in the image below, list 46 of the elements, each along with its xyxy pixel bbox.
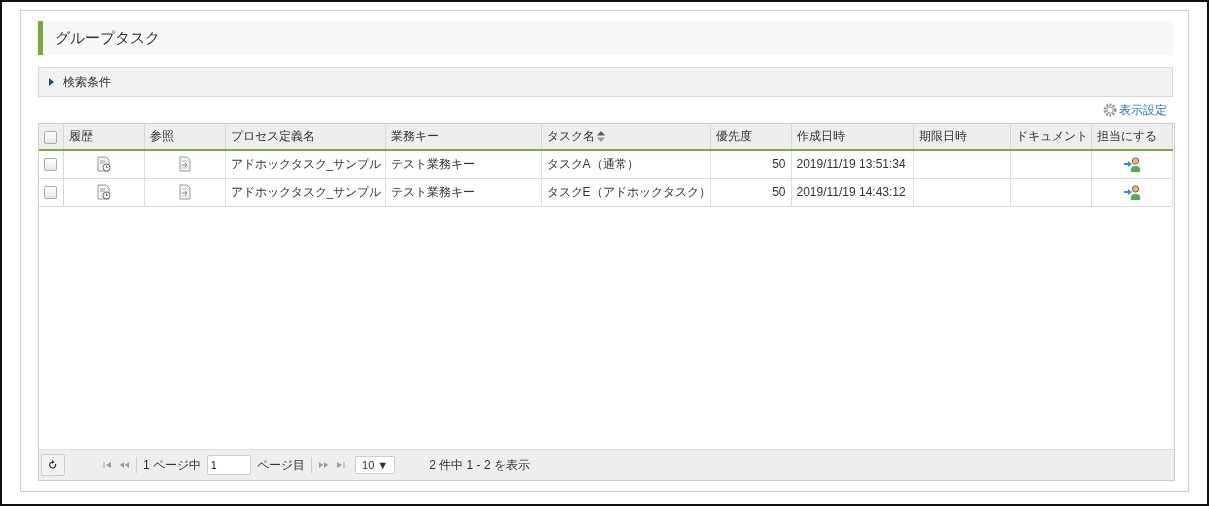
column-header[interactable]: 業務キー [385, 124, 541, 150]
checkbox[interactable] [44, 186, 58, 200]
refresh-button[interactable] [41, 454, 65, 476]
table-cell: アドホックタスク_サンプル [225, 178, 385, 206]
column-header[interactable]: 参照 [144, 124, 225, 150]
document-clock-icon[interactable] [96, 184, 111, 200]
person-arrow-icon[interactable] [1122, 184, 1141, 200]
table-cell: 50 [710, 178, 791, 206]
last-page-icon[interactable] [335, 461, 345, 469]
table-cell: タスクA（通常） [541, 150, 710, 178]
table-cell: アドホックタスク_サンプル [225, 150, 385, 178]
column-header[interactable]: タスク名 [541, 124, 710, 150]
checkbox[interactable] [44, 158, 58, 172]
column-header[interactable]: プロセス定義名 [225, 124, 385, 150]
column-header[interactable]: 優先度 [710, 124, 791, 150]
first-page-icon[interactable] [103, 461, 113, 469]
record-count-text: 2 件中 1 - 2 を表示 [429, 456, 530, 474]
refresh-icon [49, 460, 57, 470]
page-number-field[interactable]: 1 [207, 455, 251, 475]
column-header[interactable]: ドキュメント [1010, 124, 1091, 150]
sort-icon [596, 131, 605, 143]
display-settings-link[interactable]: 表示設定 [1103, 101, 1167, 119]
table-cell: 50 [710, 150, 791, 178]
page-title: グループタスク [55, 28, 160, 48]
next-page-icon[interactable] [318, 461, 329, 469]
person-arrow-icon[interactable] [1122, 156, 1141, 173]
table-cell: テスト業務キー [385, 178, 541, 206]
document-arrow-icon[interactable] [178, 156, 191, 173]
column-header[interactable]: 作成日時 [791, 124, 913, 150]
table-cell: テスト業務キー [385, 150, 541, 178]
page-suffix-text: ページ目 [257, 456, 305, 474]
search-conditions-toggle[interactable]: 検索条件 [38, 67, 1173, 97]
checkbox[interactable] [44, 130, 58, 144]
page-count-text: 1 ページ中 [143, 456, 201, 474]
table-cell: 2019/11/19 13:51:34 [791, 150, 913, 178]
document-clock-icon[interactable] [96, 156, 111, 173]
page-size-select[interactable]: 10 ▼ [355, 456, 396, 474]
document-arrow-icon[interactable] [178, 184, 191, 200]
previous-page-icon[interactable] [119, 461, 130, 469]
column-header[interactable]: 担当にする [1091, 124, 1172, 150]
table-cell: 2019/11/19 14:43:12 [791, 178, 913, 206]
caret-right-icon [48, 78, 54, 86]
table-cell: タスクE（アドホックタスク） [541, 178, 710, 206]
column-header[interactable]: 期限日時 [913, 124, 1010, 150]
column-header[interactable]: 履歴 [63, 124, 144, 150]
gear-icon [1103, 103, 1117, 117]
